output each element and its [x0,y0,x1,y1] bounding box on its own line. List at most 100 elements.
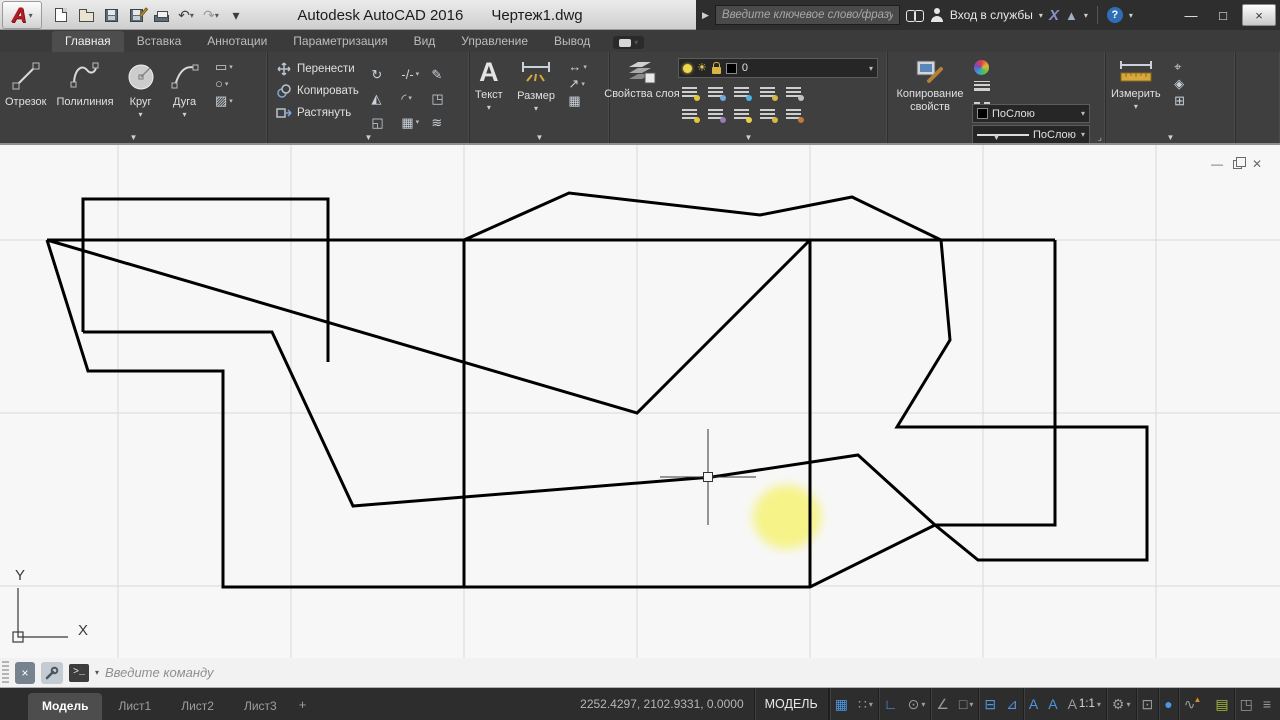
drawing-area[interactable]: YX — ✕ [0,143,1280,658]
mirror-button[interactable]: ◭ [371,86,401,110]
quick-measure-button[interactable]: ⌖ [1174,60,1185,73]
text-button[interactable]: A Текст ▾ [470,56,508,115]
minimize-viewport-icon[interactable]: — [1211,158,1223,170]
isodraft-button[interactable]: ∠ [931,688,954,720]
annotation-autoscale-button[interactable]: A [1043,688,1062,720]
minimize-button[interactable]: — [1178,4,1204,26]
infocenter-expand-icon[interactable]: ▶ [702,10,709,21]
hatch-button[interactable]: ▨ ▾ [215,94,233,107]
arc-button[interactable]: Дуга ▾ [163,56,207,122]
layer-thaw-all-button[interactable] [734,104,760,126]
circle-button[interactable]: Круг ▾ [119,56,163,122]
tab-Вывод[interactable]: Вывод [541,31,603,52]
match-properties-button[interactable]: Копирование свойств [888,56,972,116]
maximize-button[interactable]: □ [1210,4,1236,26]
layer-states-button[interactable] [786,82,812,104]
scale-button[interactable]: ◱ [371,110,401,134]
ellipse-button[interactable]: ○ ▾ [215,77,233,90]
workspace-switch-button[interactable]: ⚙ ▾ [1107,688,1136,720]
isolate-objects-button[interactable]: ⊡ [1137,688,1159,720]
panel-expand-caret[interactable]: ▼ [1167,133,1175,142]
panel-expand-caret[interactable]: ▼ [536,133,544,142]
line-button[interactable]: Отрезок [0,56,51,122]
performance-monitor-button[interactable]: ∿ ▲ [1179,688,1211,720]
model-space-view[interactable]: YX [0,145,1280,658]
layer-select-combo[interactable]: ☀ 0 ▾ [678,58,878,78]
explode-button[interactable]: ◳ [431,86,461,110]
chevron-down-icon[interactable]: ▾ [95,668,99,677]
layer-lock-button[interactable] [760,82,786,104]
customization-button[interactable]: ≡ [1258,688,1276,720]
color-wheel-icon[interactable] [974,60,989,75]
layer-isolate-button[interactable] [708,82,734,104]
close-command-bar-button[interactable]: × [15,661,35,684]
layer-unisolate-button[interactable] [708,104,734,126]
restore-viewport-icon[interactable] [1232,156,1246,169]
help-button[interactable]: ? [1106,7,1123,23]
measure-button[interactable]: Измерить ▾ [1106,56,1166,114]
ortho-mode-button[interactable]: ∟ [879,688,903,720]
close-viewport-icon[interactable]: ✕ [1252,158,1262,170]
fillet-button[interactable]: ◜ ▾ [401,86,431,110]
annotation-visibility-button[interactable]: A [1024,688,1043,720]
tab-Вставка[interactable]: Вставка [124,31,195,52]
layer-unlock-button[interactable] [760,104,786,126]
tab-Главная[interactable]: Главная [52,31,124,52]
layout-tab-Лист3[interactable]: Лист3 [230,693,291,720]
tab-Аннотации[interactable]: Аннотации [194,31,280,52]
layer-on-all-button[interactable] [682,104,708,126]
erase-button[interactable]: ✎ [431,62,461,86]
layout-tab-Модель[interactable]: Модель [28,693,103,720]
tab-Параметризация[interactable]: Параметризация [280,31,400,52]
stretch-button[interactable]: Растянуть [276,105,359,121]
tab-Вид[interactable]: Вид [401,31,449,52]
ribbon-display-toggle[interactable]: ▾ [613,36,645,49]
linear-dimension-button[interactable]: ↔ ▾ [568,60,587,73]
command-bar-grip[interactable] [2,660,9,685]
panel-expand-caret[interactable]: ▼ [745,133,753,142]
command-input[interactable] [105,665,1280,680]
quick-calc-button[interactable]: ⊞ [1174,94,1185,107]
dimension-button[interactable]: Размер ▾ [512,56,560,116]
layout-tab-Лист2[interactable]: Лист2 [167,693,228,720]
ui-palettes-button[interactable]: ▤ [1210,688,1233,720]
copy-button[interactable]: Копировать [276,83,359,99]
lineweight-icon[interactable] [974,81,990,93]
annotation-scale-btn-button[interactable]: A 1:1 ▾ [1063,688,1106,720]
dialog-launcher-icon[interactable]: ⌟ [1098,132,1102,143]
panel-expand-caret[interactable]: ▼ [130,133,138,142]
rotate-button[interactable]: ↻ [371,62,401,86]
layer-off-button[interactable] [682,82,708,104]
snap-tracking-button[interactable]: ⊿ [1001,688,1023,720]
grid-display-button[interactable]: ▦ [830,688,853,720]
trim-button[interactable]: -/- ▾ [401,62,431,86]
a360-icon[interactable]: ▲ [1065,8,1078,23]
panel-expand-caret[interactable]: ▼ [993,133,1001,142]
hardware-acceleration-button[interactable]: ● [1159,688,1177,720]
table-button[interactable]: ▦ [568,94,587,107]
object-color-combo[interactable]: ПоСлою ▾ [972,104,1090,123]
id-point-button[interactable]: ◈ [1174,77,1185,90]
snap-mode-button[interactable]: ∷ ▾ [853,688,878,720]
tab-Управление[interactable]: Управление [448,31,541,52]
offset-button[interactable]: ≋ [431,110,461,134]
chevron-down-icon[interactable]: ▾ [1084,11,1088,20]
leader-button[interactable]: ↗ ▾ [568,77,587,90]
polyline-button[interactable]: Полилиния [51,56,118,122]
move-button[interactable]: Перенести [276,61,359,77]
layer-properties-button[interactable]: Свойства слоя [604,56,680,104]
polar-tracking-button[interactable]: ⊙ ▾ [903,688,931,720]
layout-tab-Лист1[interactable]: Лист1 [104,693,165,720]
lineweight-combo[interactable]: ПоСлою ▾ [972,125,1090,144]
layer-freeze-button[interactable] [734,82,760,104]
exchange-apps-icon[interactable]: X [1049,7,1059,24]
model-space-toggle[interactable]: МОДЕЛЬ [753,688,829,720]
clean-screen-button[interactable]: ◳ [1235,688,1258,720]
add-layout-button[interactable]: + [291,691,315,718]
command-settings-icon[interactable] [41,661,63,684]
layer-make-current-button[interactable] [786,104,812,126]
keyword-search-input[interactable] [714,5,900,25]
close-button[interactable]: × [1242,4,1276,26]
chevron-down-icon[interactable]: ▾ [1039,11,1043,20]
command-prompt-icon[interactable]: >_ [69,663,89,682]
